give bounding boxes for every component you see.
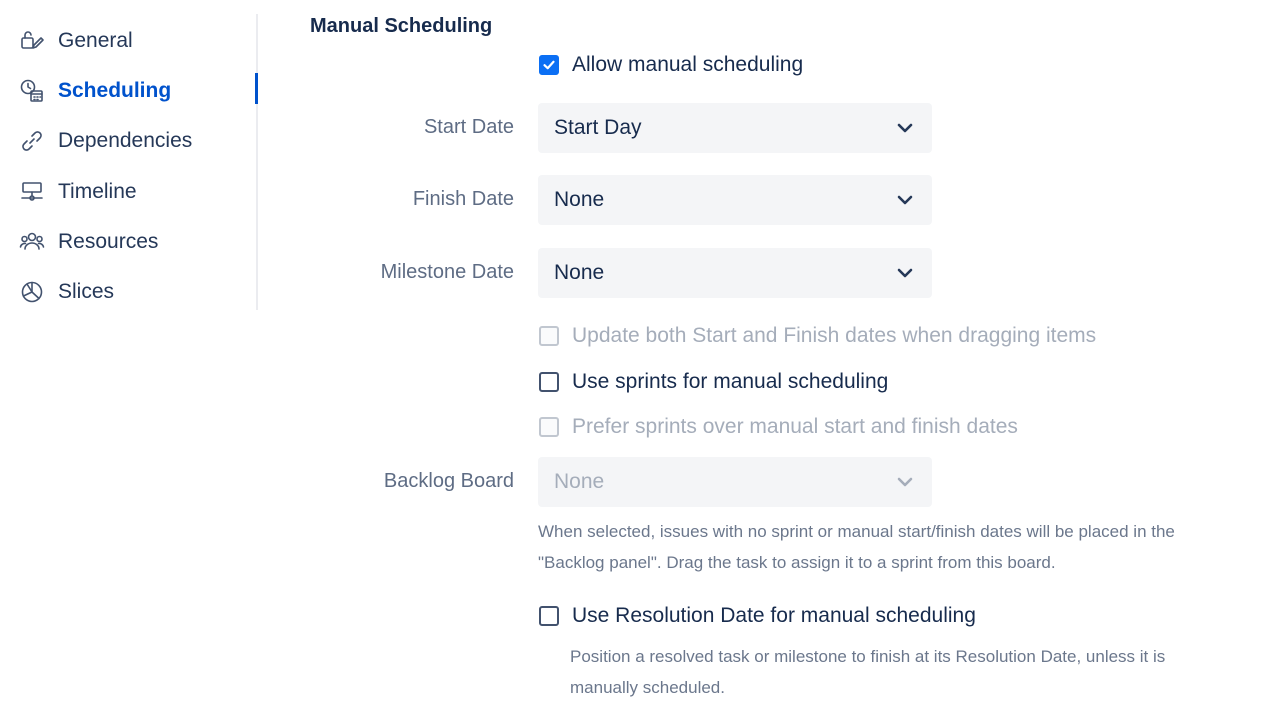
settings-page: General Scheduling Dependencies Timeline… [0, 0, 1267, 713]
resolution-help-text: Position a resolved task or milestone to… [570, 641, 1165, 703]
sidebar-item-general[interactable]: General [18, 26, 133, 56]
prefer-sprints-checkbox: Prefer sprints over manual start and fin… [538, 414, 1018, 440]
sidebar-item-dependencies[interactable]: Dependencies [18, 126, 192, 156]
sidebar-item-slices[interactable]: Slices [18, 277, 114, 307]
chevron-down-icon [894, 117, 916, 139]
select-value: None [554, 261, 605, 284]
timeline-icon [18, 178, 46, 206]
checkbox-icon [539, 417, 559, 437]
sidebar-item-label: Resources [58, 230, 159, 253]
select-value: None [554, 188, 605, 211]
checkbox-icon[interactable] [539, 606, 559, 626]
sidebar-item-label: General [58, 29, 133, 52]
section-title: Manual Scheduling [310, 15, 493, 37]
allow-manual-scheduling-checkbox[interactable]: Allow manual scheduling [538, 52, 803, 78]
chevron-down-icon [894, 471, 916, 493]
pie-icon [18, 278, 46, 306]
checkbox-label: Prefer sprints over manual start and fin… [572, 415, 1018, 438]
start-date-select[interactable]: Start Day [538, 103, 932, 153]
sidebar-item-label: Slices [58, 280, 115, 303]
start-date-label: Start Date [423, 116, 514, 138]
chevron-down-icon [894, 262, 916, 284]
help-line: When selected, issues with no sprint or … [538, 522, 1175, 541]
backlog-board-select: None [538, 457, 932, 507]
help-line: manually scheduled. [570, 678, 725, 697]
people-icon [18, 228, 46, 256]
sidebar-item-scheduling[interactable]: Scheduling [18, 76, 171, 106]
backlog-help-text: When selected, issues with no sprint or … [538, 516, 1175, 578]
checkbox-label: Use Resolution Date for manual schedulin… [572, 604, 976, 627]
checkbox-label: Update both Start and Finish dates when … [572, 324, 1097, 347]
update-both-dates-checkbox: Update both Start and Finish dates when … [538, 323, 1096, 349]
sidebar-item-label: Scheduling [58, 79, 172, 102]
milestone-date-select[interactable]: None [538, 248, 932, 298]
sidebar-item-label: Dependencies [58, 129, 193, 152]
checkbox-label: Allow manual scheduling [572, 53, 804, 76]
use-resolution-date-checkbox[interactable]: Use Resolution Date for manual schedulin… [538, 603, 976, 629]
checkbox-checked-icon[interactable] [539, 55, 559, 75]
chevron-down-icon [894, 189, 916, 211]
finish-date-label: Finish Date [412, 188, 514, 210]
checkbox-icon [539, 326, 559, 346]
select-value: Start Day [554, 116, 642, 139]
checkbox-icon[interactable] [539, 372, 559, 392]
sidebar-item-label: Timeline [58, 180, 137, 203]
use-sprints-checkbox[interactable]: Use sprints for manual scheduling [538, 369, 888, 395]
milestone-date-label: Milestone Date [380, 261, 514, 283]
link-icon [18, 127, 46, 155]
general-settings-icon [18, 27, 46, 55]
sidebar-item-timeline[interactable]: Timeline [18, 177, 137, 207]
active-indicator [255, 73, 258, 104]
select-value: None [554, 470, 605, 493]
sidebar-item-resources[interactable]: Resources [18, 227, 158, 257]
settings-sidebar: General Scheduling Dependencies Timeline… [0, 14, 258, 310]
checkbox-label: Use sprints for manual scheduling [572, 370, 889, 393]
help-line: Position a resolved task or milestone to… [570, 647, 1166, 666]
backlog-board-label: Backlog Board [383, 470, 514, 492]
help-line: "Backlog panel". Drag the task to assign… [538, 553, 1056, 572]
finish-date-select[interactable]: None [538, 175, 932, 225]
scheduling-icon [18, 77, 46, 105]
